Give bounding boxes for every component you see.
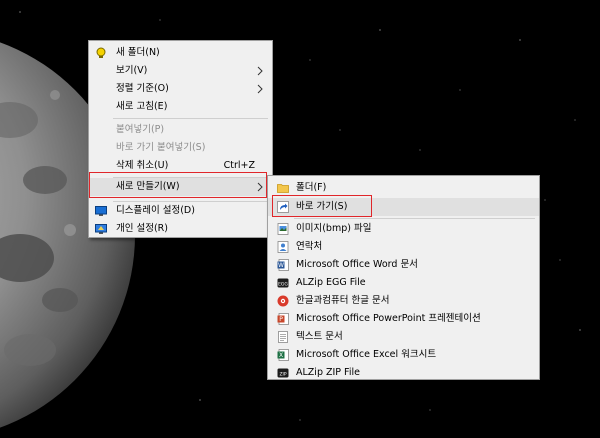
submenu-item-label: ALZip EGG File: [296, 277, 366, 288]
text-document-icon: [278, 331, 288, 343]
zip-icon-text: ZIP: [279, 371, 286, 377]
bitmap-image-icon: [277, 223, 289, 235]
submenu-item-alzip-egg[interactable]: EGG ALZip EGG File: [268, 274, 539, 292]
menu-separator: [294, 218, 535, 219]
submenu-item-hwp-document[interactable]: 한글과컴퓨터 한글 문서: [268, 292, 539, 310]
submenu-item-contact[interactable]: 연락처: [268, 238, 539, 256]
desktop-context-menu: 새 폴더(N) 보기(V) 정렬 기준(O) 새로 고침(E) 붙여넣기(P) …: [88, 40, 273, 238]
submenu-item-text-document[interactable]: 텍스트 문서: [268, 328, 539, 346]
chevron-right-icon: [257, 66, 263, 76]
submenu-item-label: Microsoft Office Word 문서: [296, 259, 418, 270]
menu-item-personalize[interactable]: 개인 설정(R): [89, 220, 272, 238]
highlight-box-shortcut: [272, 195, 372, 217]
highlight-box-new-menu: [89, 172, 267, 198]
menu-item-refresh[interactable]: 새로 고침(E): [89, 98, 272, 116]
menu-item-label: 보기(V): [116, 65, 148, 76]
menu-item-label: 새로 고침(E): [116, 101, 168, 112]
submenu-item-word-document[interactable]: W Microsoft Office Word 문서: [268, 256, 539, 274]
submenu-item-excel-worksheet[interactable]: X Microsoft Office Excel 워크시트: [268, 346, 539, 364]
submenu-item-powerpoint[interactable]: P Microsoft Office PowerPoint 프레젠테이션: [268, 310, 539, 328]
word-document-icon: W: [277, 259, 289, 271]
submenu-item-label: Microsoft Office Excel 워크시트: [296, 349, 437, 360]
menu-item-label: 개인 설정(R): [116, 223, 168, 234]
submenu-item-label: 한글과컴퓨터 한글 문서: [296, 295, 390, 306]
menu-item-view[interactable]: 보기(V): [89, 62, 272, 80]
chevron-right-icon: [257, 84, 263, 94]
menu-item-paste[interactable]: 붙여넣기(P): [89, 121, 272, 139]
submenu-item-label: ALZip ZIP File: [296, 367, 360, 378]
submenu-item-label: 텍스트 문서: [296, 331, 343, 342]
svg-text:P: P: [279, 316, 283, 323]
svg-text:W: W: [278, 262, 284, 269]
menu-item-label: 바로 가기 붙여넣기(S): [116, 142, 206, 153]
menu-item-label: 붙여넣기(P): [116, 124, 165, 135]
submenu-item-label: 연락처: [296, 241, 323, 252]
submenu-item-bitmap-image[interactable]: 이미지(bmp) 파일: [268, 220, 539, 238]
new-folder-icon: [96, 47, 106, 58]
alzip-zip-icon: ZIP: [277, 368, 289, 378]
contact-icon: [277, 241, 289, 253]
submenu-item-alzip-zip[interactable]: ZIP ALZip ZIP File: [268, 364, 539, 382]
menu-item-new-folder[interactable]: 새 폴더(N): [89, 44, 272, 62]
alzip-egg-icon: EGG: [277, 278, 289, 288]
menu-item-label: 정렬 기준(O): [116, 83, 169, 94]
menu-item-display-settings[interactable]: 디스플레이 설정(D): [89, 202, 272, 220]
menu-item-sort-by[interactable]: 정렬 기준(O): [89, 80, 272, 98]
menu-separator: [113, 118, 268, 119]
excel-worksheet-icon: X: [277, 349, 289, 361]
powerpoint-icon: P: [277, 313, 289, 325]
submenu-item-label: Microsoft Office PowerPoint 프레젠테이션: [296, 313, 481, 324]
submenu-item-label: 이미지(bmp) 파일: [296, 223, 372, 234]
svg-text:X: X: [279, 352, 283, 359]
menu-item-paste-shortcut[interactable]: 바로 가기 붙여넣기(S): [89, 139, 272, 157]
folder-icon: [277, 184, 289, 193]
egg-icon-text: EGG: [278, 281, 288, 287]
personalize-icon: [95, 224, 107, 234]
hwp-document-icon: [277, 295, 289, 307]
menu-item-label: 디스플레이 설정(D): [116, 205, 195, 216]
menu-item-label: 새 폴더(N): [116, 47, 160, 58]
display-settings-icon: [95, 206, 107, 216]
